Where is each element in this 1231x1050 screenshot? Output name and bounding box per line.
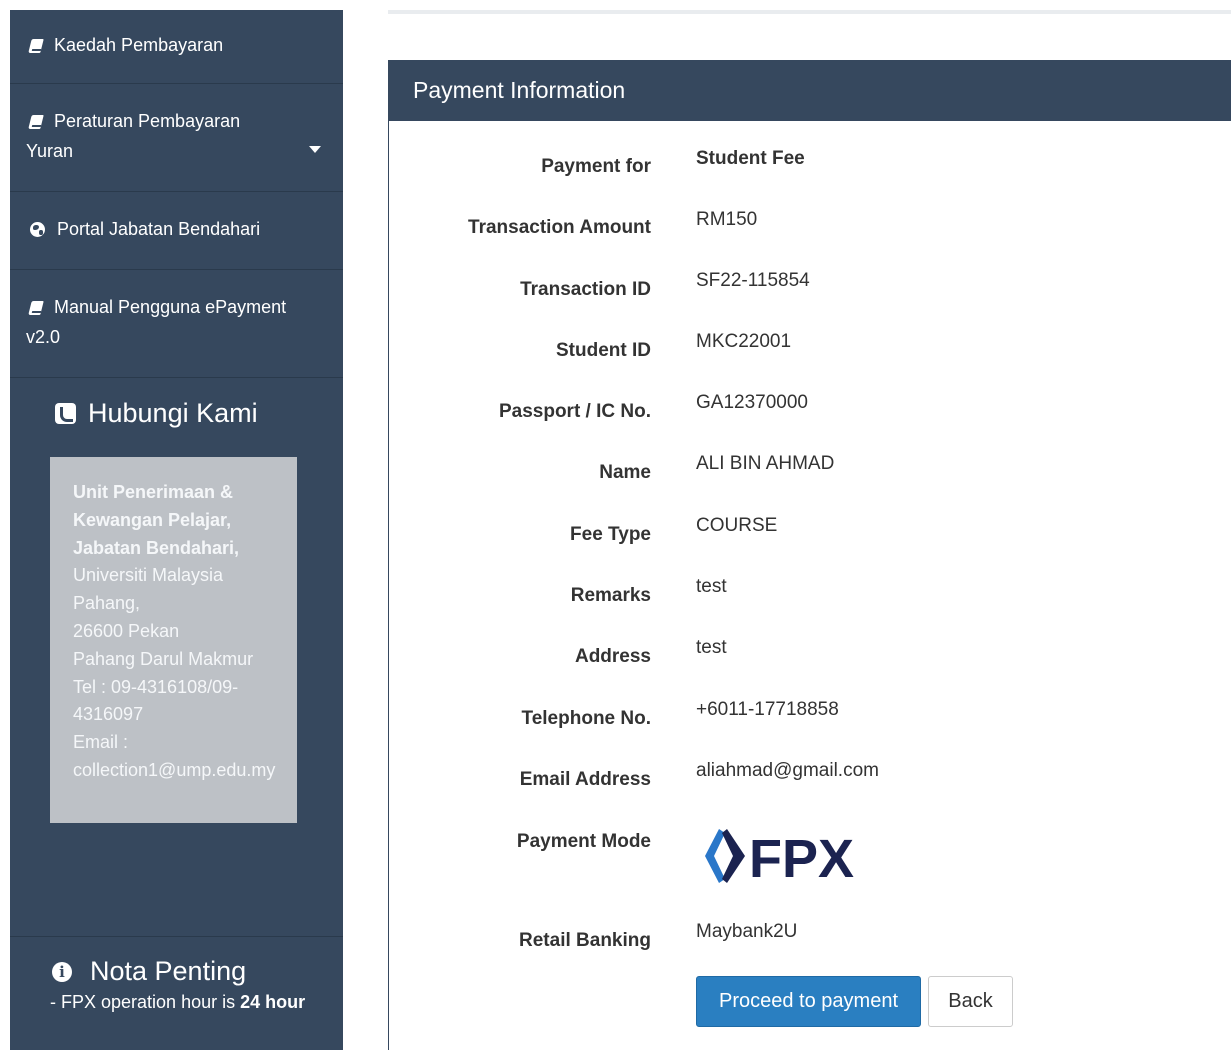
sidebar-item-peraturan-pembayaran-yuran[interactable]: Peraturan Pembayaran Yuran <box>10 84 343 192</box>
fpx-logo: FPX <box>705 829 854 887</box>
row-label: Retail Banking <box>519 930 651 951</box>
row-label: Email Address <box>519 769 651 790</box>
row-label: Fee Type <box>570 524 651 545</box>
contact-line: Email : <box>73 732 129 753</box>
payment-info-panel: Payment Information Payment for Student … <box>388 60 1231 1050</box>
row-label: Transaction Amount <box>468 217 651 238</box>
fpx-logo-mark <box>722 829 745 883</box>
row-label: Address <box>574 646 651 667</box>
row-value: GA12370000 <box>696 392 808 413</box>
fpx-logo-text: FPX <box>749 829 854 887</box>
sidebar-item-label: Manual Pengguna ePayment <box>54 297 287 317</box>
divider <box>10 936 343 937</box>
book-icon <box>28 301 44 315</box>
sidebar-item-label-line2: Yuran <box>26 141 74 161</box>
sidebar-item-label-line2: v2.0 <box>26 327 61 347</box>
row-value: Student Fee <box>696 148 805 169</box>
globe-icon <box>30 222 45 237</box>
fpx-logo-mark <box>705 829 725 883</box>
contact-heading: Hubungi Kami <box>55 398 258 429</box>
row-value: test <box>696 576 727 597</box>
book-icon <box>28 115 44 129</box>
caret-down-icon[interactable] <box>309 146 321 153</box>
row-value: ALI BIN AHMAD <box>696 453 835 474</box>
contact-email[interactable]: collection1@ump.edu.my <box>73 757 297 785</box>
sidebar-item-label: Peraturan Pembayaran <box>54 111 241 131</box>
sidebar: Kaedah Pembayaran Peraturan Pembayaran Y… <box>10 10 343 1050</box>
info-icon: i <box>52 961 72 982</box>
phone-icon <box>55 403 76 424</box>
row-label: Payment Mode <box>516 831 651 852</box>
contact-line: 26600 Pekan <box>73 620 180 641</box>
row-value: MKC22001 <box>696 331 792 352</box>
sidebar-item-manual-pengguna[interactable]: Manual Pengguna ePayment v2.0 <box>10 270 343 378</box>
row-value: test <box>696 637 727 658</box>
panel-title: Payment Information <box>389 60 1231 121</box>
row-value: RM150 <box>696 209 758 230</box>
back-button[interactable]: Back <box>928 976 1013 1027</box>
row-label: Name <box>599 462 651 483</box>
row-value: Maybank2U <box>696 921 798 942</box>
sidebar-item-portal-jabatan-bendahari[interactable]: Portal Jabatan Bendahari <box>10 192 343 270</box>
contact-line: Jabatan Bendahari, <box>73 537 240 558</box>
row-label: Payment for <box>541 156 651 177</box>
nota-heading: i Nota Penting <box>52 956 246 987</box>
contact-info-box: Unit Penerimaan & Kewangan Pelajar, Jaba… <box>50 457 297 823</box>
sidebar-item-label: Portal Jabatan Bendahari <box>57 219 261 239</box>
sidebar-item-label: Kaedah Pembayaran <box>54 35 224 55</box>
contact-line: Kewangan Pelajar, <box>73 509 232 530</box>
contact-line: Universiti Malaysia <box>73 565 224 586</box>
contact-line: Pahang, <box>73 593 141 614</box>
row-value: COURSE <box>696 515 778 536</box>
proceed-to-payment-button[interactable]: Proceed to payment <box>696 976 921 1027</box>
nota-text: - FPX operation hour is 24 hour <box>50 992 306 1012</box>
row-label: Transaction ID <box>520 279 651 300</box>
contact-line: Pahang Darul Makmur <box>73 648 254 669</box>
contact-line: Tel : 09-4316108/09- <box>73 676 239 697</box>
row-value: +6011-17718858 <box>696 699 839 720</box>
top-strip <box>388 10 1231 14</box>
row-label: Remarks <box>570 585 651 606</box>
sidebar-item-kaedah-pembayaran[interactable]: Kaedah Pembayaran <box>10 10 343 84</box>
contact-line: Unit Penerimaan & <box>73 482 234 502</box>
row-label: Student ID <box>556 340 651 361</box>
row-value: aliahmad@gmail.com <box>696 760 879 781</box>
row-label: Telephone No. <box>521 708 651 729</box>
row-value: SF22-115854 <box>696 270 810 291</box>
row-label: Passport / IC No. <box>498 401 651 422</box>
contact-line: 4316097 <box>73 704 144 725</box>
book-icon <box>28 39 44 53</box>
